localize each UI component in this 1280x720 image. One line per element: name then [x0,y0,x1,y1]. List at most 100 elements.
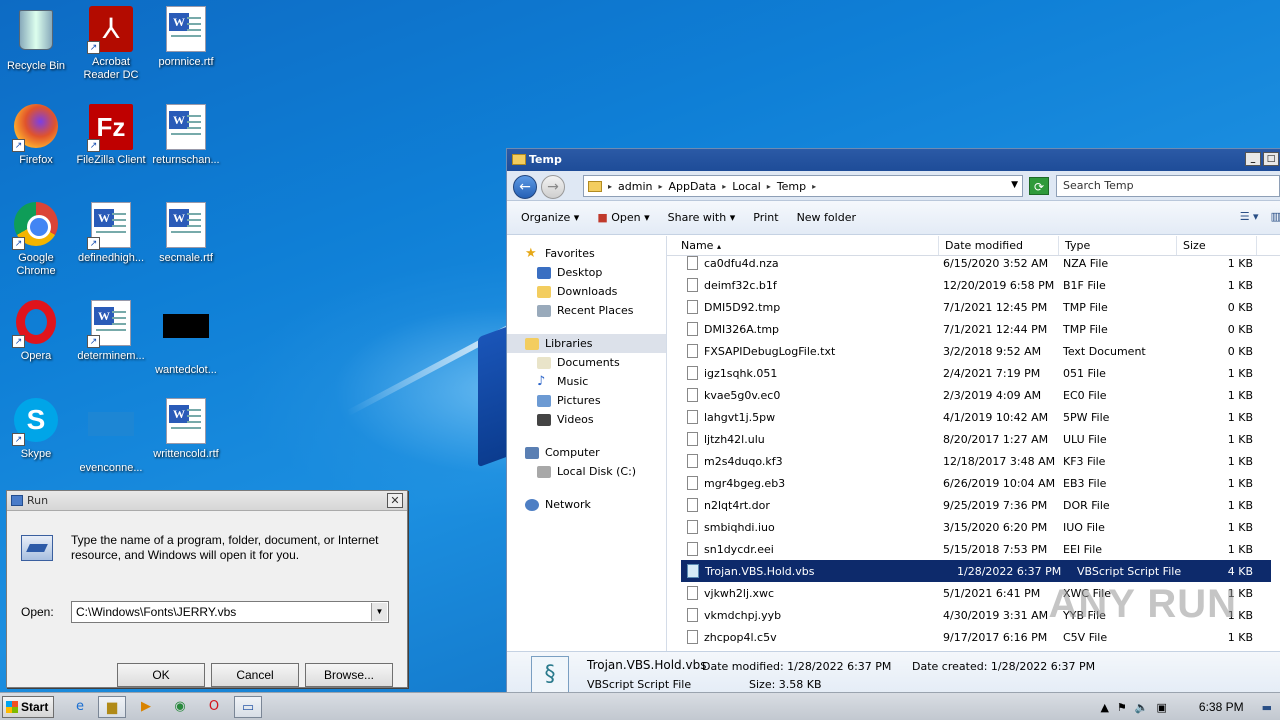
folder-icon [512,154,526,165]
media-player-icon[interactable]: ▶ [132,696,160,718]
file-row[interactable]: deimf32c.b1f 12/20/2019 6:58 PM B1F File 1 … [667,274,1280,296]
internet-explorer-icon[interactable]: e [66,696,94,718]
open-button[interactable]: ■ Open ▾ [597,211,649,224]
file-row[interactable]: ljtzh42l.ulu 8/20/2017 1:27 AM ULU File 1 K… [667,428,1280,450]
cancel-button[interactable]: Cancel [211,663,299,687]
details-pane: § Trojan.VBS.Hold.vbs VBScript Script Fi… [507,651,1280,695]
breadcrumb-temp[interactable]: Temp [777,180,806,193]
chevron-down-icon[interactable]: ▼ [371,603,387,621]
nav-desktop[interactable]: Desktop [507,263,666,282]
desktop-icon-secmale[interactable]: W secmale.rtf [148,202,224,265]
desktop-icon-writtencold[interactable]: W writtencold.rtf [148,398,224,461]
open-input[interactable]: C:\Windows\Fonts\JERRY.vbs ▼ [71,601,389,623]
desktop-icon-definedhigh[interactable]: W ↗ definedhigh... [73,202,149,265]
view-options-icon[interactable]: ☰ ▾ [1240,210,1259,223]
show-desktop-icon[interactable]: ▬ [1262,701,1272,714]
details-modified: Date modified: 1/28/2022 6:37 PM [702,660,892,673]
run-title-bar[interactable]: Run ✕ [7,491,407,511]
desktop-icon-firefox[interactable]: ↗ Firefox [0,104,74,167]
flag-icon[interactable]: ⚑ [1117,701,1127,714]
desktop-icon-acrobat[interactable]: ⅄ ↗ Acrobat Reader DC [73,6,149,82]
maximize-button[interactable]: □ [1263,152,1279,166]
desktop-icon-chrome[interactable]: ↗ Google Chrome [0,202,74,278]
breadcrumb-appdata[interactable]: AppData [669,180,717,193]
opera-taskbar-icon[interactable]: O [200,696,228,718]
file-row[interactable]: ca0dfu4d.nza 6/15/2020 3:52 AM NZA File 1 K… [667,252,1280,274]
nav-documents[interactable]: Documents [507,353,666,372]
file-row[interactable]: n2lqt4rt.dor 9/25/2019 7:36 PM DOR File 1 K… [667,494,1280,516]
desktop-icon-evenconne[interactable]: evenconne... [73,398,149,475]
column-header-date[interactable]: Date modified [939,236,1059,255]
network-icon[interactable]: ▣ [1156,701,1166,714]
nav-computer[interactable]: Computer [507,443,666,462]
file-row[interactable]: sn1dycdr.eei 5/15/2018 7:53 PM EEI File 1 K… [667,538,1280,560]
nav-local-disk[interactable]: Local Disk (C:) [507,462,666,481]
file-row[interactable]: igz1sqhk.051 2/4/2021 7:19 PM 051 File 1 KB [667,362,1280,384]
address-bar[interactable]: ▸ admin ▸ AppData ▸ Local ▸ Temp ▸ ▼ [583,175,1023,197]
downloads-icon [537,285,551,298]
minimize-button[interactable]: _ [1245,152,1261,166]
opera-icon: ↗ [12,300,60,348]
search-input[interactable]: Search Temp [1056,175,1280,197]
desktop-icon-opera[interactable]: ↗ Opera [0,300,74,363]
file-row[interactable]: FXSAPIDebugLogFile.txt 3/2/2018 9:52 AM Te… [667,340,1280,362]
navigation-pane: ★ Favorites Desktop Downloads Recent Plac… [507,236,667,651]
breadcrumb-admin[interactable]: admin [618,180,652,193]
file-icon [687,432,698,446]
chevron-right-icon: ▸ [608,181,613,191]
explorer-title-bar[interactable]: Temp _ □ [507,149,1280,171]
file-row[interactable]: smbiqhdi.iuo 3/15/2020 6:20 PM IUO File 1 K… [667,516,1280,538]
start-button[interactable]: Start [2,696,54,718]
file-row[interactable]: mgr4bgeg.eb3 6/26/2019 10:04 AM EB3 File 1 … [667,472,1280,494]
desktop-icon-determinem[interactable]: W ↗ determinem... [73,300,149,363]
nav-network[interactable]: Network [507,495,666,514]
chrome-taskbar-icon[interactable]: ◉ [166,696,194,718]
file-row-selected[interactable]: Trojan.VBS.Hold.vbs 1/28/2022 6:37 PM VBSc… [681,560,1271,582]
column-headers: Name ▴ Date modified Type Size [667,236,1280,256]
file-row[interactable]: DMI326A.tmp 7/1/2021 12:44 PM TMP File 0 KB [667,318,1280,340]
desktop-icon-pornnice[interactable]: W pornnice.rtf [148,6,224,69]
nav-libraries[interactable]: Libraries [507,334,666,353]
new-folder-button[interactable]: New folder [797,211,856,224]
file-row[interactable]: DMI5D92.tmp 7/1/2021 12:45 PM TMP File 0 KB [667,296,1280,318]
desktop-icon-wantedclot[interactable]: wantedclot... [148,300,224,377]
breadcrumb-local[interactable]: Local [732,180,761,193]
print-button[interactable]: Print [753,211,778,224]
column-header-size[interactable]: Size [1177,236,1257,255]
file-row[interactable]: m2s4duqo.kf3 12/18/2017 3:48 AM KF3 File 1 … [667,450,1280,472]
desktop-icon [537,266,551,279]
file-row[interactable]: kvae5g0v.ec0 2/3/2019 4:09 AM EC0 File 1 KB [667,384,1280,406]
share-with-button[interactable]: Share with ▾ [668,211,736,224]
nav-videos[interactable]: Videos [507,410,666,429]
forward-button[interactable]: → [541,175,565,199]
show-hidden-icons-icon[interactable]: ▲ [1100,701,1108,714]
clock[interactable]: 6:38 PM [1199,700,1244,714]
chevron-down-icon[interactable]: ▼ [1011,180,1018,190]
back-button[interactable]: ← [513,175,537,199]
run-taskbar-icon[interactable]: ▭ [234,696,262,718]
browse-button[interactable]: Browse... [305,663,393,687]
file-row[interactable]: lahgvt1j.5pw 4/1/2019 10:42 AM 5PW File 1 K… [667,406,1280,428]
nav-favorites[interactable]: ★ Favorites [507,244,666,263]
volume-icon[interactable]: 🔈 [1135,701,1149,714]
column-header-name[interactable]: Name ▴ [667,236,939,255]
file-row[interactable]: zhcpop4l.c5v 9/17/2017 6:16 PM C5V File 1 K… [667,626,1280,648]
nav-pictures[interactable]: Pictures [507,391,666,410]
close-button[interactable]: ✕ [387,493,403,508]
file-icon [687,256,698,270]
nav-downloads[interactable]: Downloads [507,282,666,301]
file-icon [687,542,698,556]
nav-recent-places[interactable]: Recent Places [507,301,666,320]
nav-music[interactable]: ♪ Music [507,372,666,391]
desktop-icon-recycle-bin[interactable]: Recycle Bin [0,6,74,73]
explorer-taskbar-icon[interactable]: ▆ [98,696,126,718]
desktop-icon-skype[interactable]: S ↗ Skype [0,398,74,461]
ok-button[interactable]: OK [117,663,205,687]
column-header-type[interactable]: Type [1059,236,1177,255]
desktop-icon-returnschan[interactable]: W returnschan... [148,104,224,167]
refresh-button[interactable]: ⟳ [1029,177,1049,195]
chrome-icon: ↗ [12,202,60,250]
organize-button[interactable]: Organize ▾ [521,211,579,224]
preview-pane-icon[interactable]: ▥ [1271,210,1280,223]
desktop-icon-filezilla[interactable]: Fz ↗ FileZilla Client [73,104,149,167]
